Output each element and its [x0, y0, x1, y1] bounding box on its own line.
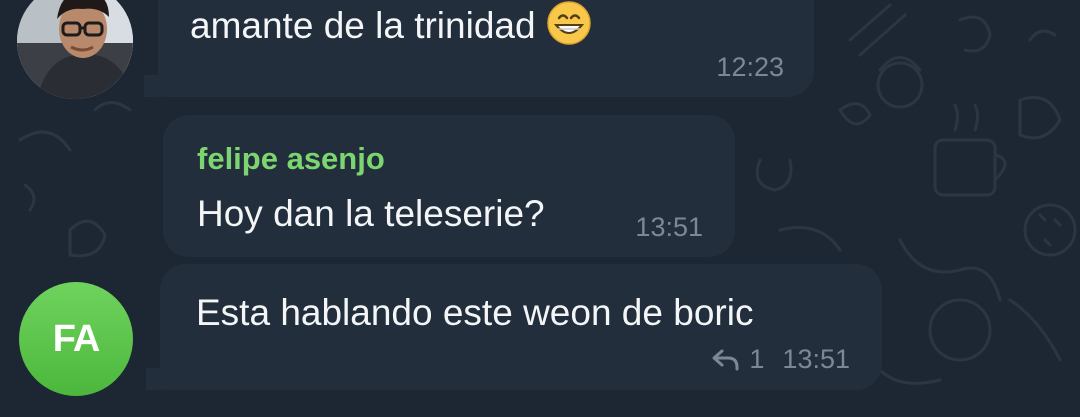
message-meta: 1 13:51: [711, 344, 850, 375]
reply-arrow-icon[interactable]: [711, 348, 741, 372]
avatar-initials: FA: [52, 317, 101, 360]
message-timestamp: 12:23: [716, 52, 784, 82]
grinning-face-emoji-icon: [546, 1, 591, 45]
bubble-tail: [146, 368, 174, 390]
message-text: Hoy dan la teleserie?: [197, 193, 545, 234]
message-text: Esta hablando este weon de boric: [196, 292, 754, 333]
user-photo-avatar[interactable]: [17, 0, 133, 99]
reply-count[interactable]: 1: [749, 344, 764, 375]
bubble-tail: [144, 75, 172, 97]
message-text: amante de la trinidad: [190, 0, 592, 48]
message-bubble-2[interactable]: felipe asenjo Hoy dan la teleserie? 13:5…: [163, 115, 735, 257]
message-timestamp: 13:51: [635, 212, 703, 242]
message-bubble-3[interactable]: Esta hablando este weon de boric 1 13:51: [146, 264, 882, 390]
message-bubble-1[interactable]: amante de la trinidad 12:23: [144, 0, 814, 97]
avatar-photo-image: [17, 0, 133, 99]
sender-name[interactable]: felipe asenjo: [197, 141, 385, 177]
message-timestamp: 13:51: [782, 344, 850, 374]
initials-avatar[interactable]: FA: [19, 282, 133, 396]
